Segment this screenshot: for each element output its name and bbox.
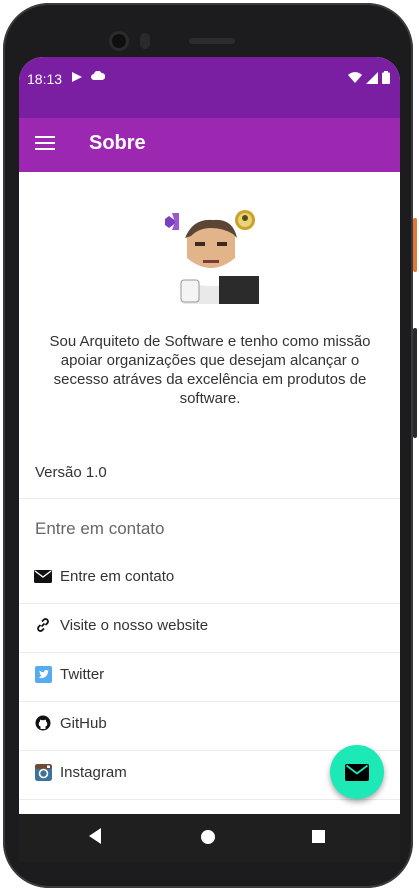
contact-website-label: Visite o nosso website <box>60 617 209 634</box>
status-notification-icons <box>71 71 105 83</box>
contact-email-label: Entre em contato <box>60 568 175 585</box>
recent-apps-icon[interactable] <box>312 830 325 843</box>
envelope-icon <box>34 567 52 585</box>
earpiece-speaker <box>189 38 235 44</box>
about-text: Sou Arquiteto de Software e tenho como m… <box>49 333 371 407</box>
android-navigation-bar <box>19 814 400 862</box>
envelope-icon <box>345 763 369 781</box>
contact-github-item[interactable]: GitHub <box>19 701 400 750</box>
contact-twitter-item[interactable]: Twitter <box>19 652 400 701</box>
back-icon[interactable] <box>89 828 101 844</box>
divider <box>19 799 400 800</box>
signal-icon <box>366 71 378 84</box>
app-screen: 18:13 Sobre Sou Arquiteto de Software e … <box>19 57 400 814</box>
battery-icon <box>382 71 390 84</box>
play-store-icon <box>72 72 82 82</box>
link-icon <box>34 616 52 634</box>
profile-avatar <box>165 210 259 304</box>
wifi-icon <box>348 71 362 83</box>
cloud-icon <box>91 71 105 80</box>
phone-top-bezel <box>3 3 413 58</box>
twitter-icon <box>34 665 52 683</box>
side-button-power <box>413 218 417 272</box>
hamburger-menu-icon[interactable] <box>35 136 55 154</box>
contact-instagram-label: Instagram <box>60 764 127 781</box>
contact-github-label: GitHub <box>60 715 107 732</box>
contact-twitter-label: Twitter <box>60 666 105 683</box>
send-email-fab[interactable] <box>330 745 384 799</box>
front-camera <box>109 31 129 51</box>
home-icon[interactable] <box>201 830 215 844</box>
about-content: Sou Arquiteto de Software e tenho como m… <box>19 172 400 814</box>
sensor <box>140 33 150 49</box>
side-button-volume <box>413 328 417 438</box>
app-version: Versão 1.0 <box>35 464 107 481</box>
status-time: 18:13 <box>27 71 63 87</box>
page-title: Sobre <box>89 132 146 154</box>
instagram-icon <box>34 763 52 781</box>
divider <box>19 498 400 499</box>
app-bar: Sobre <box>19 118 400 172</box>
contact-website-item[interactable]: Visite o nosso website <box>19 603 400 652</box>
status-system-icons <box>348 71 390 84</box>
github-icon <box>34 714 52 732</box>
status-bar-extension <box>19 102 400 118</box>
contact-section-title: Entre em contato <box>35 519 165 538</box>
status-bar: 18:13 <box>19 57 400 102</box>
contact-email-item[interactable]: Entre em contato <box>19 554 400 603</box>
